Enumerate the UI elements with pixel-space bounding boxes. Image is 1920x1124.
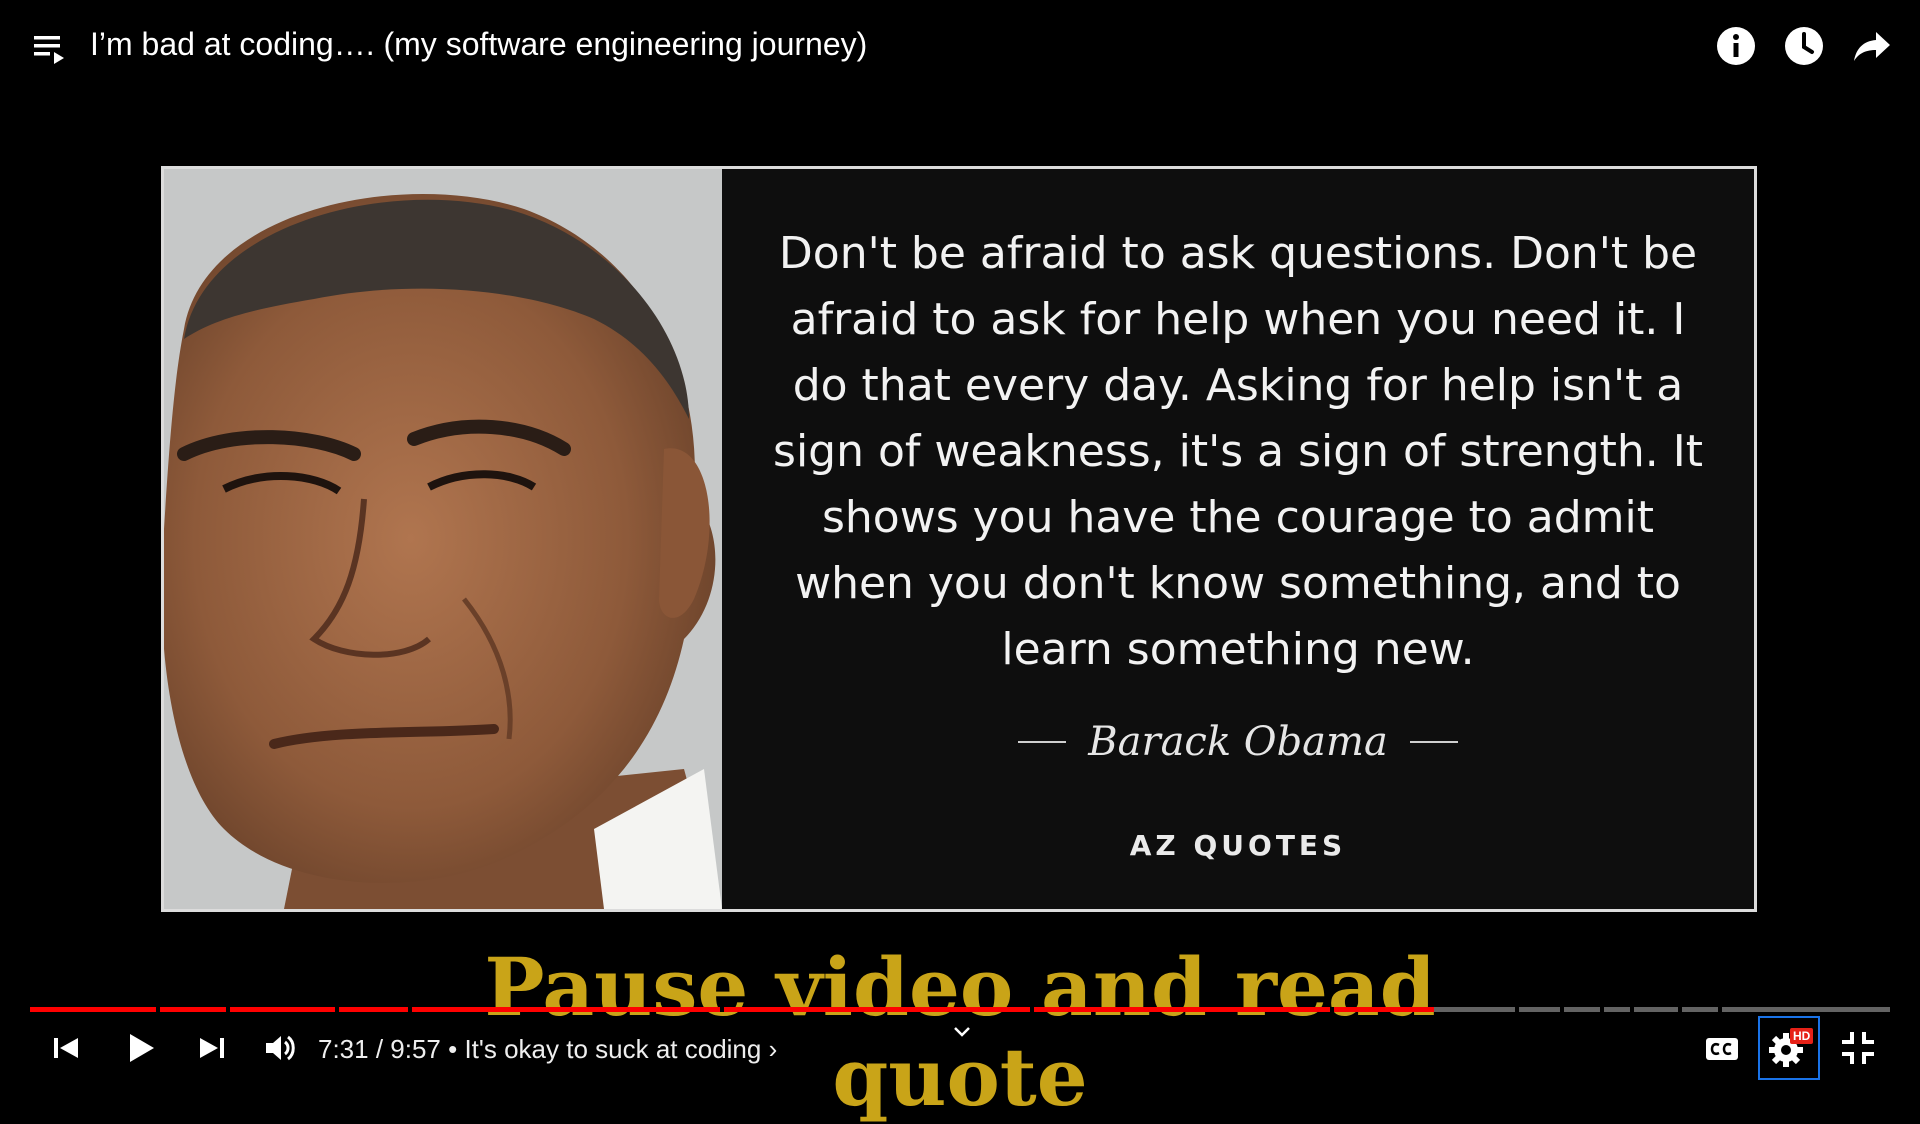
settings-button[interactable]: HD bbox=[1758, 1016, 1820, 1080]
watch-later-icon[interactable] bbox=[1782, 24, 1826, 68]
chapter-marker bbox=[226, 1007, 230, 1012]
chevron-right-icon[interactable]: › bbox=[769, 1034, 778, 1064]
volume-icon[interactable] bbox=[258, 1026, 302, 1070]
time-separator: / bbox=[368, 1034, 391, 1064]
progress-bar[interactable] bbox=[30, 1007, 1890, 1012]
play-button[interactable] bbox=[118, 1026, 162, 1070]
playlist-icon[interactable] bbox=[28, 28, 68, 68]
portrait-image bbox=[164, 169, 722, 909]
quote-author: Barack Obama bbox=[1088, 719, 1388, 765]
chapter-marker bbox=[1515, 1007, 1519, 1012]
chapter-markers bbox=[30, 1007, 1890, 1012]
chapter-marker bbox=[408, 1007, 412, 1012]
chapter-marker bbox=[335, 1007, 339, 1012]
chapter-marker bbox=[1678, 1007, 1682, 1012]
author-row: Barack Obama bbox=[722, 719, 1754, 765]
gear-icon bbox=[1769, 1033, 1803, 1067]
previous-video-button[interactable] bbox=[44, 1026, 88, 1070]
portrait-illustration bbox=[164, 169, 722, 909]
exit-fullscreen-icon[interactable] bbox=[1836, 1026, 1880, 1070]
top-bar: I’m bad at coding…. (my software enginee… bbox=[0, 0, 1920, 90]
video-frame-quote-card[interactable]: Don't be afraid to ask questions. Don't … bbox=[161, 166, 1757, 912]
chapter-marker bbox=[1560, 1007, 1564, 1012]
time-display: 7:31 / 9:57 • It's okay to suck at codin… bbox=[318, 1034, 777, 1065]
chapter-marker bbox=[1630, 1007, 1634, 1012]
chevron-down-icon[interactable] bbox=[950, 1020, 974, 1044]
chapter-marker bbox=[1718, 1007, 1722, 1012]
chapter-marker bbox=[156, 1007, 160, 1012]
author-divider-right bbox=[1410, 741, 1459, 743]
captions-cc-icon[interactable] bbox=[1700, 1026, 1744, 1070]
share-icon[interactable] bbox=[1850, 24, 1894, 68]
duration: 9:57 bbox=[390, 1034, 441, 1064]
chapter-marker bbox=[1600, 1007, 1604, 1012]
video-title[interactable]: I’m bad at coding…. (my software enginee… bbox=[90, 22, 867, 66]
info-icon[interactable] bbox=[1714, 24, 1758, 68]
chapter-marker bbox=[720, 1007, 724, 1012]
chapter-bullet: • bbox=[440, 1034, 465, 1064]
quote-text: Don't be afraid to ask questions. Don't … bbox=[773, 228, 1703, 675]
hd-badge: HD bbox=[1790, 1028, 1814, 1044]
next-video-button[interactable] bbox=[190, 1026, 234, 1070]
chapter-marker bbox=[1330, 1007, 1334, 1012]
author-divider-left bbox=[1017, 741, 1066, 743]
player-controls: 7:31 / 9:57 • It's okay to suck at codin… bbox=[0, 1016, 1920, 1080]
current-time: 7:31 bbox=[318, 1034, 369, 1064]
chapter-marker bbox=[1030, 1007, 1034, 1012]
quote-panel: Don't be afraid to ask questions. Don't … bbox=[722, 169, 1754, 909]
chapter-title-button[interactable]: It's okay to suck at coding bbox=[464, 1034, 761, 1064]
az-quotes-logo: AZ QUOTES bbox=[1129, 829, 1347, 862]
